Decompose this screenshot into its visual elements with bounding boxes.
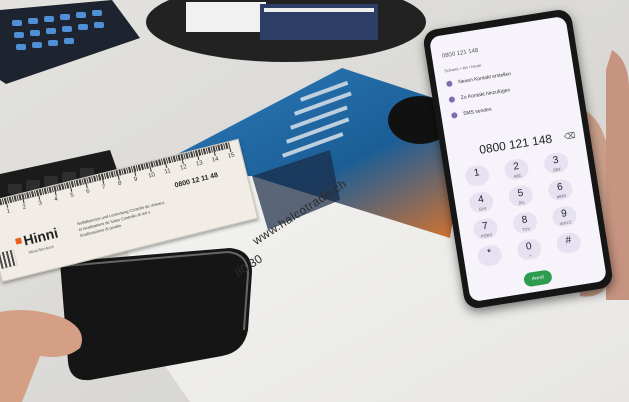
menu-add-to-contact[interactable]: Zu Kontakt hinzufügen <box>448 87 511 104</box>
ruler-number: 12 <box>179 164 188 172</box>
menu-label: SMS senden <box>462 106 493 117</box>
qr-code-icon <box>0 249 18 269</box>
key-5[interactable]: 5 JKL <box>507 184 535 208</box>
ruler-number: 7 <box>101 184 107 192</box>
hinni-logo-icon <box>14 237 23 245</box>
paper-stack <box>186 2 266 32</box>
call-button[interactable]: Anruf <box>522 269 553 288</box>
key-7[interactable]: 7 PQRS <box>472 217 499 241</box>
contact-sub: Schweiz • bis • heute <box>443 62 482 74</box>
key-1[interactable]: 1 <box>463 163 491 188</box>
key-0[interactable]: 0 + <box>515 237 543 262</box>
contacts-icon <box>448 96 456 104</box>
menu-new-contact[interactable]: Neuen Kontakt erstellen <box>445 71 512 88</box>
ruler-number: 13 <box>195 160 204 168</box>
key-digit: * <box>486 247 493 259</box>
person-add-icon <box>445 80 453 88</box>
ruler-brand: Hinni <box>21 224 60 249</box>
key-digit: 1 <box>473 167 481 180</box>
menu-send-sms[interactable]: SMS senden <box>450 106 493 119</box>
photo-scene: www.halcotrade.ch 80 30 1 2 3 4 5 6 7 8 9 10 11 12 1… <box>0 0 629 402</box>
ruler-number: 2 <box>22 204 27 211</box>
ruler-number: 8 <box>117 180 123 188</box>
key-star[interactable]: * <box>476 243 504 268</box>
key-9[interactable]: 9 WXYZ <box>551 204 578 229</box>
ruler-number: 5 <box>69 192 75 200</box>
ruler-number: 6 <box>85 188 91 196</box>
ruler-tick <box>227 142 232 153</box>
key-digit: # <box>564 234 572 247</box>
ruler-number: 15 <box>227 152 236 160</box>
ruler-number: 3 <box>38 200 43 207</box>
backspace-icon[interactable]: ⌫ <box>563 131 576 142</box>
ruler-service-text: Notfallservice und Leckortung Contrôle d… <box>76 199 165 238</box>
contact-label: 0800 121 148 <box>441 47 479 60</box>
call-label: Anruf <box>531 274 545 283</box>
message-icon <box>450 111 458 119</box>
key-4[interactable]: 4 GHI <box>467 190 495 215</box>
ruler-number: 9 <box>133 176 139 184</box>
ruler-phone-number: 0800 12 11 48 <box>174 171 219 190</box>
ruler-number: 14 <box>211 156 220 164</box>
ruler-number: 10 <box>147 172 156 180</box>
ruler-number: 11 <box>163 168 172 176</box>
menu-label: Zu Kontakt hinzufügen <box>460 87 511 102</box>
key-hash[interactable]: # <box>555 231 583 255</box>
ruler-number: 1 <box>6 208 11 215</box>
ruler-number: 4 <box>53 196 59 203</box>
key-8[interactable]: 8 TUV <box>511 210 539 235</box>
key-6[interactable]: 6 MNO <box>546 178 574 202</box>
dial-keypad: 1 2 ABC 3 DEF 4 GHI 5 JKL 6 MNO 7 PQRS 8 TUV 9 WXYZ * 0 + # <box>463 150 592 276</box>
key-2[interactable]: 2 ABC <box>503 157 531 182</box>
key-3[interactable]: 3 DEF <box>542 151 570 175</box>
menu-label: Neuen Kontakt erstellen <box>457 71 512 86</box>
